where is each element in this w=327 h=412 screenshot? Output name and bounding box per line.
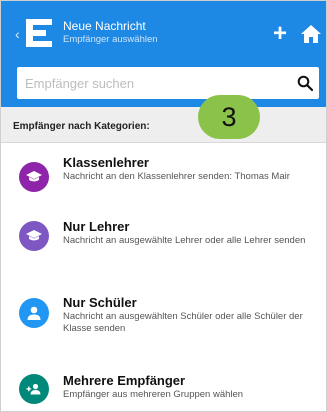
list-item-nur-lehrer[interactable]: Nur Lehrer Nachricht an ausgewählte Lehr… [1, 217, 326, 277]
add-button[interactable]: + [269, 20, 291, 47]
person-icon [27, 306, 41, 320]
app-bar: ‹ Neue Nachricht Empfänger auswählen + [1, 1, 326, 107]
header-title: Neue Nachricht [63, 19, 146, 33]
app-logo-icon[interactable] [26, 19, 52, 47]
item-description: Nachricht an ausgewählten Schüler oder a… [63, 311, 303, 334]
group-add-icon [26, 383, 41, 395]
list-item-nur-schueler[interactable]: Nur Schüler Nachricht an ausgewählten Sc… [1, 293, 326, 353]
avatar [19, 221, 49, 251]
item-description: Nachricht an den Klassenlehrer senden: T… [63, 171, 290, 182]
search-box [17, 67, 319, 99]
item-title: Klassenlehrer [63, 155, 149, 170]
header-subtitle: Empfänger auswählen [63, 34, 158, 45]
list-item-mehrere-empfaenger[interactable]: Mehrere Empfänger Empfänger aus mehreren… [1, 369, 326, 411]
search-input[interactable] [17, 67, 287, 99]
avatar [19, 162, 49, 192]
graduation-cap-icon [26, 230, 42, 241]
back-chevron-icon[interactable]: ‹ [15, 27, 20, 41]
section-header: Empfänger nach Kategorien: [1, 107, 326, 143]
item-description: Nachricht an ausgewählte Lehrer oder all… [63, 235, 306, 246]
item-title: Mehrere Empfänger [63, 373, 186, 388]
avatar [19, 298, 49, 328]
avatar [19, 374, 49, 404]
search-icon[interactable] [297, 75, 313, 91]
plus-icon: + [272, 20, 287, 47]
graduation-cap-icon [26, 171, 42, 182]
list-item-klassenlehrer[interactable]: Klassenlehrer Nachricht an den Klassenle… [1, 149, 326, 205]
header-titles: Neue Nachricht Empfänger auswählen [63, 19, 158, 46]
item-title: Nur Schüler [63, 295, 137, 310]
item-description: Empfänger aus mehreren Gruppen wählen [63, 389, 244, 400]
step-badge: 3 [198, 95, 260, 139]
home-icon[interactable] [301, 25, 321, 43]
item-title: Nur Lehrer [63, 219, 130, 234]
screen: ‹ Neue Nachricht Empfänger auswählen + E… [0, 0, 327, 412]
section-label: Empfänger nach Kategorien: [13, 121, 150, 132]
